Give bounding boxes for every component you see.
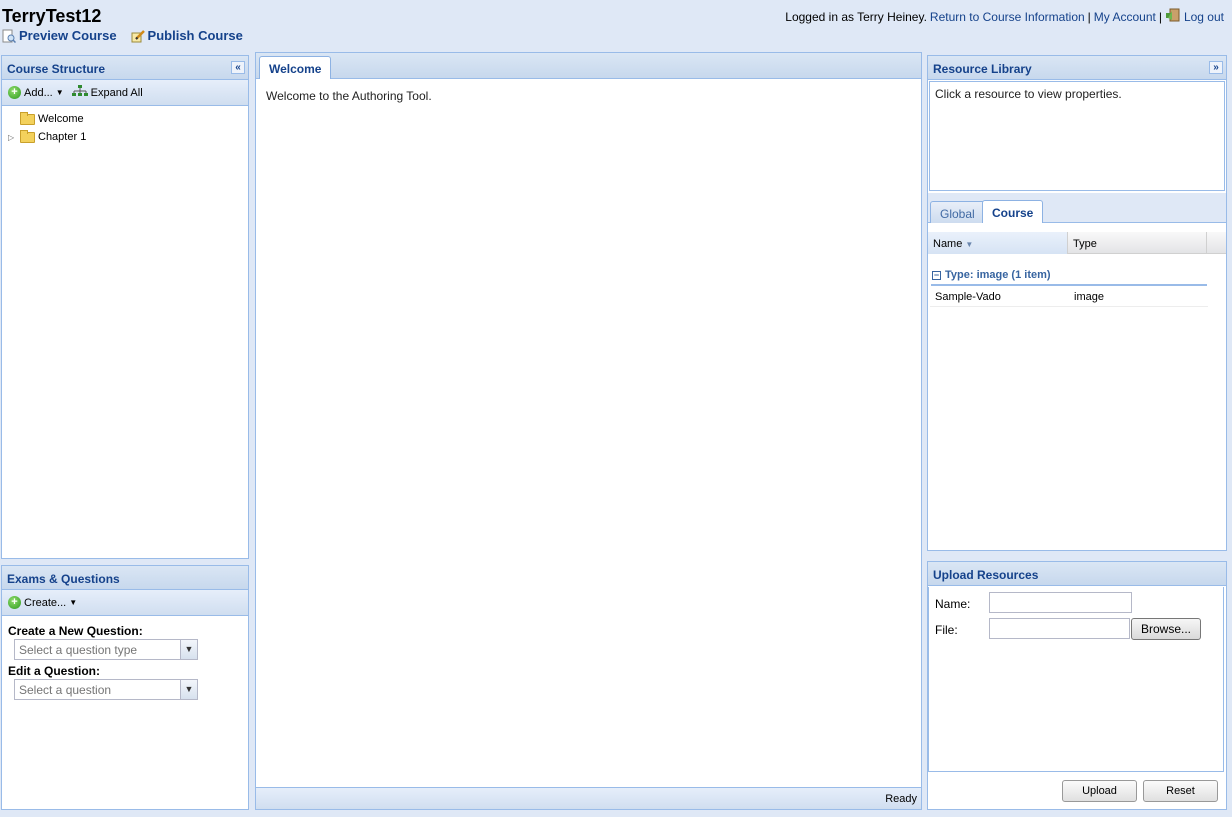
resource-library-header: Resource Library » <box>928 56 1226 80</box>
table-row[interactable]: Sample-Vado image <box>930 287 1208 307</box>
logged-in-text: Logged in as Terry Heiney. <box>785 9 927 24</box>
exams-questions-title: Exams & Questions <box>7 572 120 586</box>
preview-course-button[interactable]: Preview Course <box>2 28 117 43</box>
create-label: Create... <box>24 596 67 609</box>
tree-hierarchy-icon <box>71 85 88 100</box>
chevron-down-icon: ▼ <box>55 88 64 97</box>
add-label: Add... <box>24 86 53 99</box>
new-question-label: Create a New Question: <box>8 624 143 638</box>
name-label: Name: <box>935 597 971 611</box>
resource-tabstrip: Global Course <box>928 193 1226 223</box>
top-actions: Preview Course Publish Course <box>2 28 243 43</box>
tab-global[interactable]: Global <box>930 201 985 223</box>
tree-item-label: Welcome <box>38 113 84 125</box>
exams-questions-panel: Exams & Questions + Create... ▼ Create a… <box>1 565 249 810</box>
question-type-select[interactable]: ▼ <box>14 639 198 660</box>
chevron-down-icon[interactable]: ▼ <box>180 640 197 659</box>
pencil-page-icon <box>131 29 145 43</box>
file-label: File: <box>935 623 958 637</box>
publish-course-label: Publish Course <box>147 28 243 43</box>
expand-arrow-icon[interactable]: ▷ <box>8 133 20 142</box>
publish-course-button[interactable]: Publish Course <box>131 28 243 43</box>
status-bar: Ready <box>256 787 921 809</box>
logout-link[interactable]: Log out <box>1184 10 1224 24</box>
resource-grid-header: Name ▼ Type <box>928 232 1226 254</box>
exams-body: Create a New Question: ▼ Edit a Question… <box>2 616 248 710</box>
collapse-left-button[interactable]: « <box>231 61 245 74</box>
return-to-course-link[interactable]: Return to Course Information <box>930 10 1085 24</box>
welcome-content: Welcome to the Authoring Tool. <box>266 89 432 103</box>
collapse-right-button[interactable]: » <box>1209 61 1223 74</box>
group-label: Type: image (1 item) <box>945 269 1051 281</box>
green-plus-icon: + <box>8 596 21 609</box>
upload-resources-header: Upload Resources <box>928 562 1226 586</box>
course-structure-toolbar: + Add... ▼ Expand All <box>2 80 248 106</box>
tree-item-label: Chapter 1 <box>38 131 87 143</box>
center-panel: Welcome Welcome to the Authoring Tool. R… <box>255 52 922 810</box>
tree-item-chapter-1[interactable]: ▷ Chapter 1 <box>8 128 248 146</box>
reset-button[interactable]: Reset <box>1143 780 1218 802</box>
course-structure-title: Course Structure <box>7 62 106 76</box>
course-structure-panel: Course Structure « + Add... ▼ Expand All… <box>1 55 249 559</box>
exams-questions-header: Exams & Questions <box>2 566 248 590</box>
tree-item-welcome[interactable]: Welcome <box>8 110 248 128</box>
status-text: Ready <box>885 793 917 805</box>
center-tabstrip: Welcome <box>256 53 921 79</box>
upload-button[interactable]: Upload <box>1062 780 1137 802</box>
browse-button[interactable]: Browse... <box>1131 618 1201 640</box>
create-menu-button[interactable]: + Create... ▼ <box>8 596 77 609</box>
separator: | <box>1158 9 1162 24</box>
chevron-down-icon: ▼ <box>69 598 78 607</box>
tab-course[interactable]: Course <box>982 200 1044 223</box>
cell-type: image <box>1074 291 1104 303</box>
question-input[interactable] <box>15 682 179 697</box>
column-header-type[interactable]: Type <box>1068 232 1207 254</box>
name-field[interactable] <box>989 592 1132 613</box>
upload-form: Name: File: Browse... <box>928 587 1224 772</box>
upload-resources-panel: Upload Resources Name: File: Browse... U… <box>927 561 1227 810</box>
exams-toolbar: + Create... ▼ <box>2 590 248 616</box>
folder-icon <box>20 129 35 143</box>
page-magnifier-icon <box>2 29 17 43</box>
top-bar: TerryTest12 Preview Course Publish Cours… <box>0 0 1232 52</box>
column-header-name[interactable]: Name ▼ <box>928 232 1068 254</box>
expand-all-button[interactable]: Expand All <box>71 85 143 100</box>
file-field[interactable] <box>989 618 1130 639</box>
green-plus-icon: + <box>8 86 21 99</box>
preview-course-label: Preview Course <box>19 28 117 43</box>
group-header-image[interactable]: − Type: image (1 item) <box>931 266 1207 286</box>
resource-library-title: Resource Library <box>933 62 1032 76</box>
edit-question-label: Edit a Question: <box>8 664 101 678</box>
file-row: File: <box>935 623 958 637</box>
question-select[interactable]: ▼ <box>14 679 198 700</box>
question-type-input[interactable] <box>15 642 179 657</box>
name-row: Name: <box>935 597 970 611</box>
add-menu-button[interactable]: + Add... ▼ <box>8 86 64 99</box>
column-name-label: Name <box>933 238 963 250</box>
user-bar: Logged in as Terry Heiney. Return to Cou… <box>785 8 1224 25</box>
course-structure-header: Course Structure « <box>2 56 248 80</box>
folder-icon <box>20 111 35 125</box>
upload-resources-title: Upload Resources <box>933 568 1039 582</box>
my-account-link[interactable]: My Account <box>1094 10 1156 24</box>
tab-welcome[interactable]: Welcome <box>259 56 332 79</box>
course-title: TerryTest12 <box>2 6 102 26</box>
collapse-group-icon[interactable]: − <box>932 270 941 280</box>
sort-desc-icon: ▼ <box>965 240 974 249</box>
expand-all-label: Expand All <box>90 86 143 99</box>
separator: | <box>1087 9 1091 24</box>
course-tree: Welcome ▷ Chapter 1 <box>2 106 248 146</box>
cell-name: Sample-Vado <box>935 291 1001 303</box>
resource-properties: Click a resource to view properties. <box>929 81 1225 191</box>
exit-door-icon[interactable] <box>1165 8 1181 25</box>
resource-library-panel: Resource Library » Click a resource to v… <box>927 55 1227 551</box>
chevron-down-icon[interactable]: ▼ <box>180 680 197 699</box>
column-type-label: Type <box>1073 238 1097 250</box>
